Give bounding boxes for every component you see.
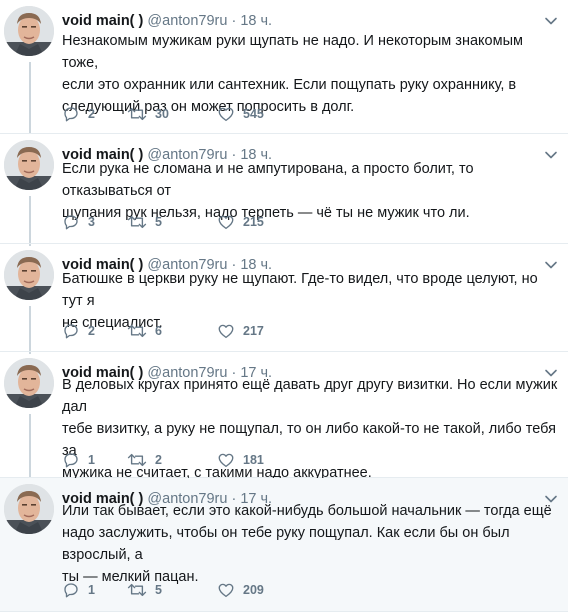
retweet-button[interactable]: 5 bbox=[127, 213, 217, 231]
retweet-button[interactable]: 30 bbox=[127, 105, 217, 123]
reply-icon bbox=[62, 451, 88, 469]
like-button[interactable]: 545 bbox=[217, 105, 297, 123]
reply-count: 2 bbox=[88, 324, 95, 338]
author-handle[interactable]: @anton79ru bbox=[147, 13, 227, 29]
reply-count: 1 bbox=[88, 583, 95, 597]
retweet-button[interactable]: 5 bbox=[127, 581, 217, 599]
like-count: 209 bbox=[243, 583, 264, 597]
heart-icon bbox=[217, 213, 243, 231]
reply-button[interactable]: 1 bbox=[62, 581, 127, 599]
like-count: 545 bbox=[243, 107, 264, 121]
avatar[interactable] bbox=[4, 140, 54, 190]
tweet-text-line: Батюшке в церкви руку не щупают. Где-то … bbox=[62, 271, 538, 309]
heart-icon bbox=[217, 451, 243, 469]
tweet[interactable]: void main( ) @anton79ru · 18 ч. Если рук… bbox=[0, 134, 568, 244]
retweet-count: 30 bbox=[155, 107, 169, 121]
reply-count: 3 bbox=[88, 215, 95, 229]
heart-icon bbox=[217, 105, 243, 123]
reply-count: 2 bbox=[88, 107, 95, 121]
reply-icon bbox=[62, 581, 88, 599]
retweet-button[interactable]: 2 bbox=[127, 451, 217, 469]
like-button[interactable]: 215 bbox=[217, 213, 297, 231]
retweet-count: 5 bbox=[155, 215, 162, 229]
tweet-actions: 2 30 545 bbox=[62, 104, 297, 124]
like-button[interactable]: 181 bbox=[217, 451, 297, 469]
retweet-count: 2 bbox=[155, 453, 162, 467]
heart-icon bbox=[217, 581, 243, 599]
retweet-icon bbox=[127, 451, 155, 469]
reply-icon bbox=[62, 105, 88, 123]
like-button[interactable]: 209 bbox=[217, 581, 297, 599]
tweet[interactable]: void main( ) @anton79ru · 18 ч. Батюшке … bbox=[0, 244, 568, 352]
tweet-actions: 1 2 181 bbox=[62, 450, 297, 470]
tweet-actions: 2 6 217 bbox=[62, 321, 297, 341]
tweet-text: Или так бывает, если это какой-нибудь бо… bbox=[62, 500, 562, 588]
retweet-icon bbox=[127, 322, 155, 340]
retweet-count: 5 bbox=[155, 583, 162, 597]
tweet-actions: 3 5 215 bbox=[62, 212, 297, 232]
retweet-count: 6 bbox=[155, 324, 162, 338]
tweet[interactable]: void main( ) @anton79ru · 18 ч. Незнаком… bbox=[0, 0, 568, 134]
tweet-text-line: В деловых кругах принято ещё давать друг… bbox=[62, 377, 558, 415]
avatar[interactable] bbox=[4, 250, 54, 300]
retweet-icon bbox=[127, 213, 155, 231]
avatar[interactable] bbox=[4, 6, 54, 56]
tweet-text-line: надо заслужить, чтобы он тебе руку пощуп… bbox=[62, 525, 510, 563]
retweet-icon bbox=[127, 581, 155, 599]
tweet-actions: 1 5 209 bbox=[62, 580, 297, 600]
reply-count: 1 bbox=[88, 453, 95, 467]
tweet[interactable]: void main( ) @anton79ru · 17 ч. В деловы… bbox=[0, 352, 568, 481]
like-button[interactable]: 217 bbox=[217, 322, 297, 340]
tweet-text-line: Незнакомым мужикам руки щупать не надо. … bbox=[62, 33, 523, 71]
like-count: 181 bbox=[243, 453, 264, 467]
tweet-text-line: если это охранник или сантехник. Если по… bbox=[62, 77, 517, 93]
avatar[interactable] bbox=[4, 358, 54, 408]
author-name[interactable]: void main( ) bbox=[62, 13, 143, 29]
tweet-timestamp[interactable]: · 18 ч. bbox=[231, 13, 272, 29]
tweet-header: void main( ) @anton79ru · 18 ч. bbox=[62, 12, 272, 30]
tweet-text-line: Если рука не сломана и не ампутирована, … bbox=[62, 161, 474, 199]
retweet-button[interactable]: 6 bbox=[127, 322, 217, 340]
reply-icon bbox=[62, 213, 88, 231]
reply-button[interactable]: 2 bbox=[62, 322, 127, 340]
reply-icon bbox=[62, 322, 88, 340]
retweet-icon bbox=[127, 105, 155, 123]
tweet-text-line: Или так бывает, если это какой-нибудь бо… bbox=[62, 503, 552, 519]
tweet[interactable]: void main( ) @anton79ru · 17 ч. Или так … bbox=[0, 478, 568, 612]
avatar[interactable] bbox=[4, 484, 54, 534]
reply-button[interactable]: 1 bbox=[62, 451, 127, 469]
chevron-down-icon[interactable] bbox=[544, 14, 558, 28]
reply-button[interactable]: 2 bbox=[62, 105, 127, 123]
reply-button[interactable]: 3 bbox=[62, 213, 127, 231]
heart-icon bbox=[217, 322, 243, 340]
like-count: 217 bbox=[243, 324, 264, 338]
like-count: 215 bbox=[243, 215, 264, 229]
